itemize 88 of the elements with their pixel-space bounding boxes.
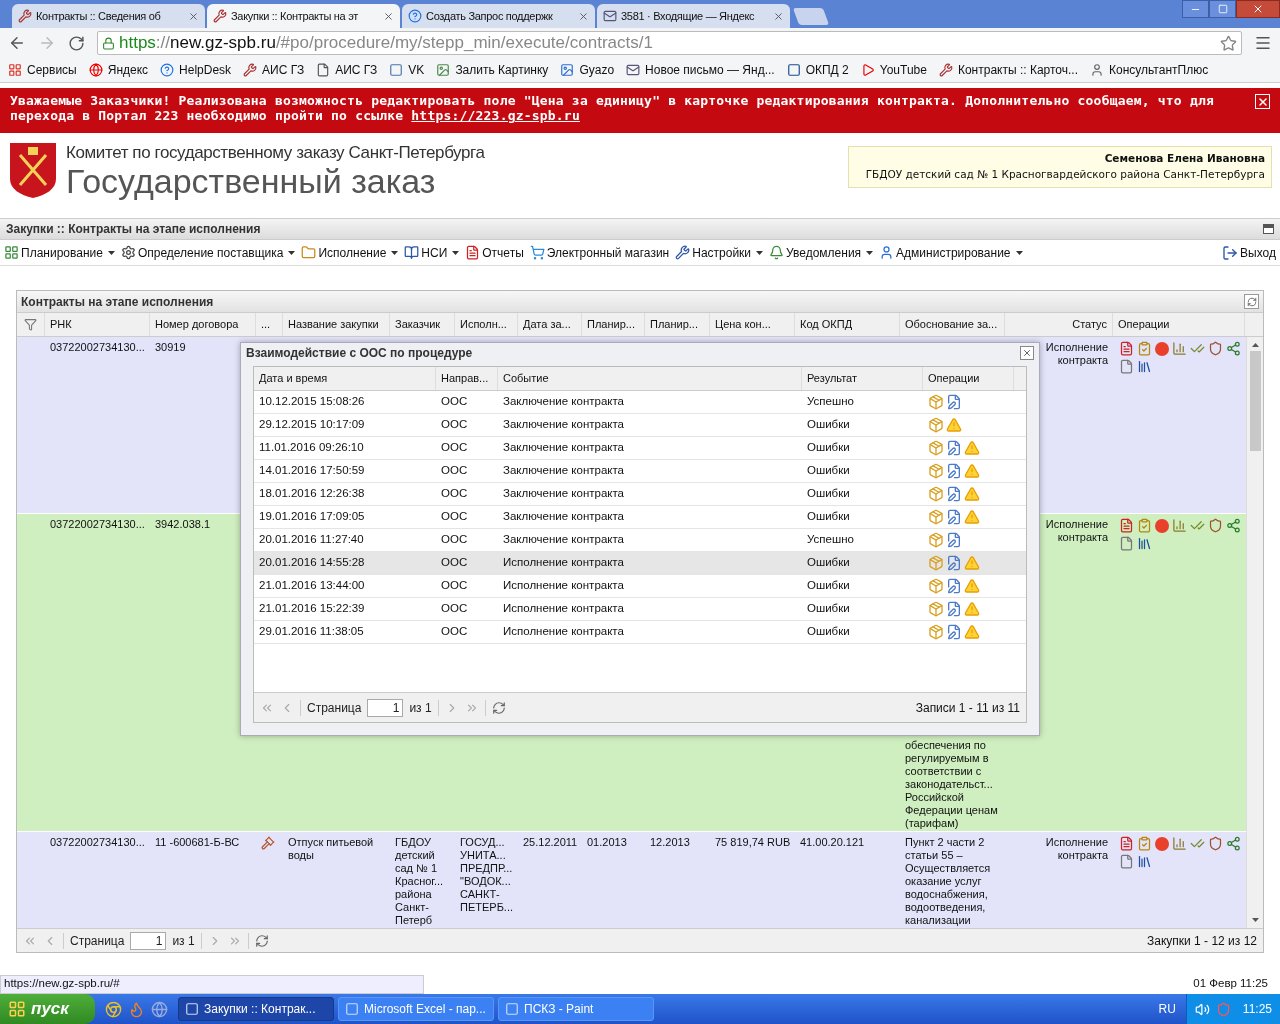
table-cell-text: 11.01.2016 09:26:10: [259, 440, 364, 456]
table-cell-text: Исполнение контракта: [503, 555, 624, 571]
table-cell-text: ГБДОУ детский сад № 1 Красног... района Санкт-Петерб: [395, 836, 445, 927]
taskbar-label: Закупки :: Контрак...: [204, 1001, 316, 1018]
table-cell-text: 10.12.2015 15:08:26: [259, 394, 365, 410]
page-label: Страница: [70, 932, 125, 950]
table-cell-text: Ошибки: [807, 624, 850, 640]
table-cell-text: Исполнение контракта: [503, 624, 624, 640]
table-cell: 30919: [155, 341, 186, 353]
table-cell-text: ООС: [441, 555, 468, 571]
table-cell: 03722002734130...: [50, 341, 145, 353]
table-cell-text: Заключение контракта: [503, 532, 624, 548]
table-cell-text: 21.01.2016 13:44:00: [259, 578, 365, 594]
table-cell-text: ООС: [441, 463, 468, 479]
table-cell: 3942.038.1: [155, 518, 211, 530]
table-cell-text: 29.01.2016 11:38:05: [259, 624, 364, 640]
table-cell-text: Заключение контракта: [503, 486, 624, 502]
table-cell-text: 19.01.2016 17:09:05: [259, 509, 365, 525]
table-cell: 03722002734130...: [50, 518, 145, 530]
table-cell: 03722002734130...: [50, 836, 145, 848]
site-title: Государственный заказ: [66, 163, 437, 199]
tab-title: Закупки :: Контракты на эт: [231, 8, 359, 24]
table-cell-text: ООС: [441, 417, 468, 433]
table-cell-text: Ошибки: [807, 417, 850, 433]
taskbar-label: Microsoft Excel - пар...: [364, 1001, 486, 1018]
table-cell-text: обеспечения по регулируемым в соответствии с законодательст... Российской Федерации ценам (тарифам): [905, 739, 999, 830]
table-cell-text: Заключение контракта: [503, 440, 624, 456]
table-cell-text: Ошибки: [807, 555, 850, 571]
tab-title: Контракты :: Сведения об: [36, 8, 162, 24]
dialog-title: Взаимодействие с ООС по процедуре: [246, 345, 474, 362]
user-org: ГБДОУ детский сад № 1 Красногвардейского района Санкт-Петербурга: [865, 166, 1265, 182]
table-cell-text: 14.01.2016 17:50:59: [259, 463, 365, 479]
table-cell: 11 -600681-Б-ВС: [155, 836, 240, 848]
record-count: Закупки 1 - 12 из 12: [1147, 932, 1257, 950]
table-cell-text: 20.01.2016 11:27:40: [259, 532, 364, 548]
table-cell-text: 01.2013: [587, 836, 628, 849]
table-cell-text: 18.01.2016 12:26:38: [259, 486, 365, 502]
table-cell-text: ООС: [441, 532, 468, 548]
table-cell-text: ООС: [441, 509, 468, 525]
table-cell-text: ООС: [441, 440, 468, 456]
table-cell: 25.12.2011: [523, 836, 577, 849]
page-label: Страница: [307, 699, 362, 717]
table-cell-text: Пункт 2 части 2 статьи 55 – Осуществляется оказание услуг водоснабжения, водоотведения, канализации: [905, 836, 992, 927]
window-title: Закупки :: Контракты на этапе исполнения: [6, 221, 262, 238]
table-cell-text: 20.01.2016 14:55:28: [259, 555, 365, 571]
table-cell-text: Исполнение контракта: [503, 601, 624, 617]
table-cell-text: Заключение контракта: [503, 463, 624, 479]
panel-title: Контракты на этапе исполнения: [21, 293, 215, 311]
table-cell-text: Заключение контракта: [503, 417, 624, 433]
table-cell-text: Заключение контракта: [503, 394, 624, 410]
user-name: Семенова Елена Ивановна: [1104, 151, 1265, 166]
tab-title: 3581 · Входящие — Яндекс: [621, 8, 756, 24]
table-cell: 75 819,74 RUB: [715, 836, 790, 849]
table-cell-text: ООС: [441, 601, 468, 617]
notice-text: Уважаемые Заказчики! Реализована возможность редактировать поле "Цена за единицу" в карточке редактирования контракта. Дополнительно сообщаем, что для перехода в Портал 223 необходимо пройти по ссылке https://223.gz-spb.ru: [10, 93, 1215, 123]
status-cell: Исполнение контракта: [1045, 341, 1108, 366]
table-cell-text: Отпуск питьевой воды: [288, 836, 375, 862]
table-cell-text: Ошибки: [807, 601, 850, 617]
status-cell: Исполнение контракта: [1045, 518, 1108, 543]
table-cell-text: ООС: [441, 394, 468, 410]
table-cell-text: Заключение контракта: [503, 509, 624, 525]
status-url: https://new.gz-spb.ru/#: [0, 974, 424, 994]
table-cell: ГОСУД... УНИТА... ПРЕДПР... "ВОДОК... САНКТ-ПЕТЕРБ...: [460, 836, 513, 914]
table-cell-text: ООС: [441, 578, 468, 594]
status-date: 01 Февр 11:25: [1193, 976, 1269, 992]
status-cell: Исполнение контракта: [1045, 836, 1108, 861]
page-count: из 1: [172, 932, 195, 950]
clock: 11:25: [1242, 1001, 1272, 1018]
table-cell-text: Исполнение контракта: [503, 578, 624, 594]
table-cell-text: ООС: [441, 624, 468, 640]
table-cell-text: ООС: [441, 486, 468, 502]
record-count: Записи 1 - 11 из 11: [915, 699, 1020, 717]
table-cell-text: 12.2013: [650, 836, 691, 849]
table-cell-text: 41.00.20.121: [800, 836, 866, 849]
table-cell-text: Ошибки: [807, 509, 850, 525]
org-name: Комитет по государственному заказу Санкт-Петербурга: [66, 143, 485, 163]
table-cell-text: Ошибки: [807, 486, 850, 502]
table-cell-text: 29.12.2015 10:17:09: [259, 417, 365, 433]
table-cell-text: Ошибки: [807, 440, 850, 456]
table-cell-text: 21.01.2016 15:22:39: [259, 601, 365, 617]
table-cell-text: Успешно: [807, 394, 854, 410]
table-cell-text: Ошибки: [807, 463, 850, 479]
table-cell-text: Успешно: [807, 532, 854, 548]
table-cell-text: Ошибки: [807, 578, 850, 594]
taskbar-label: ПСКЗ - Paint: [524, 1001, 594, 1018]
url-text: https://new.gz-spb.ru/#po/procedure/my/stepp_min/execute/contracts/1: [119, 32, 653, 55]
page-count: из 1: [409, 699, 432, 717]
tab-title: Создать Запрос поддержк: [426, 8, 554, 24]
